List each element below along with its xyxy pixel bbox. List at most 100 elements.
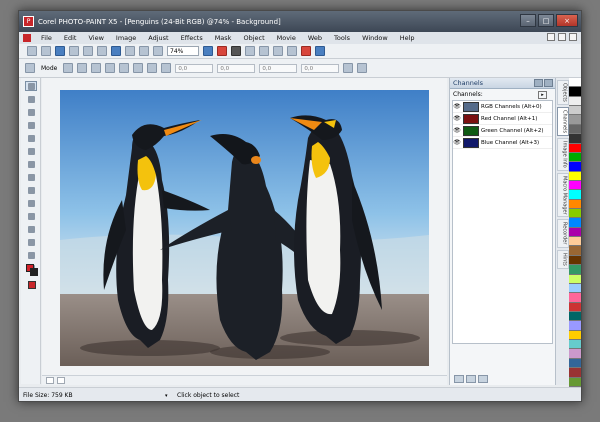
width-field[interactable]: 0,0	[259, 63, 298, 73]
paste-icon[interactable]	[97, 46, 107, 56]
maximize-button[interactable]: □	[538, 14, 554, 27]
minimize-button[interactable]: –	[520, 14, 536, 27]
cut-icon[interactable]	[69, 46, 79, 56]
menu-window[interactable]: Window	[356, 34, 394, 42]
rotate-mode-icon[interactable]	[77, 63, 88, 73]
penguins-image[interactable]	[60, 90, 429, 366]
palette-swatch[interactable]	[569, 321, 581, 331]
zoom-tool[interactable]	[25, 133, 37, 143]
menu-file[interactable]: File	[35, 34, 58, 42]
show-object-marquee-icon[interactable]	[245, 46, 255, 56]
palette-swatch[interactable]	[569, 349, 581, 359]
doc-minimize-button[interactable]	[547, 33, 555, 41]
mask-tool[interactable]	[25, 94, 37, 104]
reset-icon[interactable]	[357, 63, 368, 73]
channel-row-rgb[interactable]: 👁 RGB Channels (Alt+0)	[453, 101, 552, 113]
fill-color-swatch[interactable]	[28, 281, 36, 289]
perspective-mode-icon[interactable]	[133, 63, 144, 73]
group-icon[interactable]	[161, 63, 172, 73]
palette-swatch[interactable]	[569, 115, 581, 125]
visibility-eye-icon[interactable]: 👁	[453, 103, 461, 110]
tab-hints[interactable]: Hints	[556, 249, 569, 269]
visibility-eye-icon[interactable]: 👁	[453, 115, 461, 122]
palette-swatch[interactable]	[569, 180, 581, 191]
palette-swatch[interactable]	[569, 368, 581, 378]
palette-swatch[interactable]	[569, 124, 581, 135]
palette-swatch[interactable]	[569, 377, 581, 387]
palette-swatch[interactable]	[569, 152, 581, 163]
welcome-screen-icon[interactable]	[315, 46, 325, 56]
new-file-icon[interactable]	[27, 46, 37, 56]
tab-image-info[interactable]: Image Info	[556, 138, 569, 171]
crop-tool[interactable]	[25, 120, 37, 130]
skew-mode-icon[interactable]	[105, 63, 116, 73]
palette-swatch[interactable]	[569, 190, 581, 200]
position-x-field[interactable]: 0,0	[175, 63, 214, 73]
pick-tool[interactable]	[24, 81, 37, 91]
tab-channels[interactable]: Channels	[556, 106, 569, 137]
visibility-eye-icon[interactable]: 👁	[453, 139, 461, 146]
palette-swatch[interactable]	[569, 265, 581, 275]
palette-swatch[interactable]	[569, 330, 581, 341]
navigator-button[interactable]	[57, 377, 65, 384]
doc-close-button[interactable]	[569, 33, 577, 41]
menu-mask[interactable]: Mask	[209, 34, 238, 42]
palette-swatch[interactable]	[569, 237, 581, 247]
apply-icon[interactable]	[343, 63, 354, 73]
palette-swatch[interactable]	[569, 199, 581, 210]
menu-image[interactable]: Image	[110, 34, 142, 42]
docker-close-button[interactable]	[544, 79, 553, 87]
menu-object[interactable]: Object	[237, 34, 270, 42]
copy-icon[interactable]	[83, 46, 93, 56]
red-eye-tool[interactable]	[25, 172, 37, 182]
export-icon[interactable]	[153, 46, 163, 56]
show-mask-marquee-icon[interactable]	[259, 46, 269, 56]
menu-effects[interactable]: Effects	[175, 34, 209, 42]
tab-macro-manager[interactable]: Macro Manager	[556, 172, 569, 218]
channels-menu-arrow-icon[interactable]: ▸	[538, 90, 547, 99]
clone-tool[interactable]	[25, 185, 37, 195]
effect-tool[interactable]	[25, 250, 37, 260]
document-icon[interactable]	[23, 34, 31, 42]
delete-channel-icon[interactable]	[478, 375, 488, 383]
menu-tools[interactable]: Tools	[328, 34, 356, 42]
menu-movie[interactable]: Movie	[271, 34, 302, 42]
eraser-tool[interactable]	[25, 159, 37, 169]
zoom-level-select[interactable]: 74%	[167, 46, 199, 56]
palette-swatch[interactable]	[569, 311, 581, 322]
mask-mode-icon[interactable]	[217, 46, 227, 56]
close-button[interactable]: ×	[556, 14, 578, 27]
channel-row-red[interactable]: 👁 Red Channel (Alt+1)	[453, 113, 552, 125]
menu-view[interactable]: View	[82, 34, 109, 42]
menu-adjust[interactable]: Adjust	[142, 34, 174, 42]
palette-swatch[interactable]	[569, 78, 581, 88]
launch-app-icon[interactable]	[301, 46, 311, 56]
rectangle-tool[interactable]	[25, 198, 37, 208]
tab-objects[interactable]: Objects	[556, 80, 569, 105]
previous-page-button[interactable]	[46, 377, 54, 384]
palette-swatch[interactable]	[569, 162, 581, 172]
tab-recorder[interactable]: Recorder	[556, 219, 569, 248]
palette-swatch[interactable]	[569, 143, 581, 153]
palette-swatch[interactable]	[569, 255, 581, 266]
document-canvas-area[interactable]	[42, 78, 447, 375]
palette-swatch[interactable]	[569, 209, 581, 219]
paint-tool[interactable]	[25, 237, 37, 247]
palette-swatch[interactable]	[569, 227, 581, 238]
menu-web[interactable]: Web	[302, 34, 328, 42]
save-channel-icon[interactable]	[466, 375, 476, 383]
show-rulers-icon[interactable]	[287, 46, 297, 56]
zoom-tool-icon[interactable]	[203, 46, 213, 56]
object-mode-icon[interactable]	[231, 46, 241, 56]
object-pick-icon[interactable]	[25, 63, 35, 73]
distort-mode-icon[interactable]	[119, 63, 130, 73]
eyedropper-tool[interactable]	[25, 146, 37, 156]
text-tool[interactable]	[25, 211, 37, 221]
palette-swatch[interactable]	[569, 218, 581, 228]
status-dropdown-icon[interactable]: ▾	[165, 393, 173, 399]
palette-swatch[interactable]	[569, 87, 581, 97]
palette-swatch[interactable]	[569, 274, 581, 284]
palette-swatch[interactable]	[569, 340, 581, 350]
channel-row-blue[interactable]: 👁 Blue Channel (Alt+3)	[453, 137, 552, 149]
mask-transform-tool[interactable]	[25, 107, 37, 117]
